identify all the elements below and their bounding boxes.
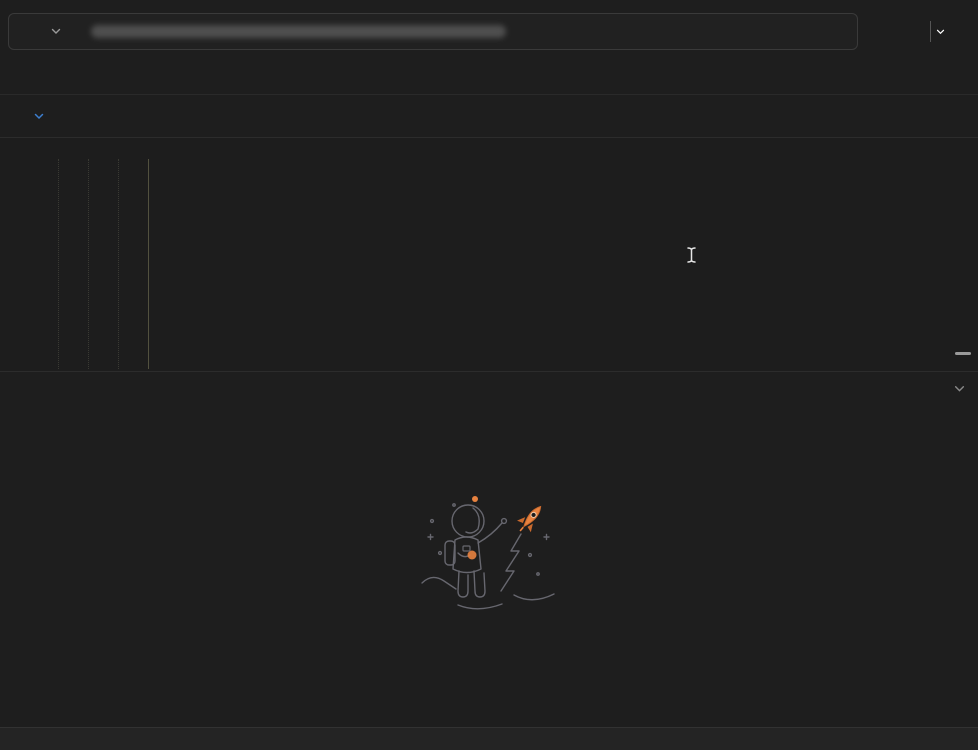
indent-guide — [87, 158, 89, 369]
send-options-button[interactable] — [931, 15, 950, 48]
chevron-down-icon[interactable] — [954, 385, 965, 393]
language-selector[interactable] — [27, 113, 44, 120]
send-button[interactable] — [866, 15, 950, 48]
send-label — [866, 15, 930, 48]
body-editor[interactable] — [0, 137, 978, 372]
editor-scrollbar-thumb[interactable] — [955, 352, 971, 355]
body-mode-bar — [0, 95, 978, 137]
url-input[interactable] — [91, 25, 506, 38]
chevron-down-icon — [34, 113, 44, 120]
indent-guide — [57, 158, 59, 369]
indent-guide — [117, 158, 119, 369]
status-bar — [0, 727, 978, 750]
astronaut-rocket-illustration — [418, 491, 558, 622]
chevron-down-icon — [51, 28, 61, 35]
indent-guide-active — [147, 158, 149, 369]
request-bar — [0, 0, 978, 62]
request-tabs — [0, 62, 978, 95]
chevron-down-icon — [936, 29, 945, 34]
method-selector[interactable] — [9, 28, 61, 35]
url-container — [8, 13, 858, 50]
response-header[interactable] — [0, 372, 978, 405]
text-cursor-icon — [686, 246, 697, 269]
